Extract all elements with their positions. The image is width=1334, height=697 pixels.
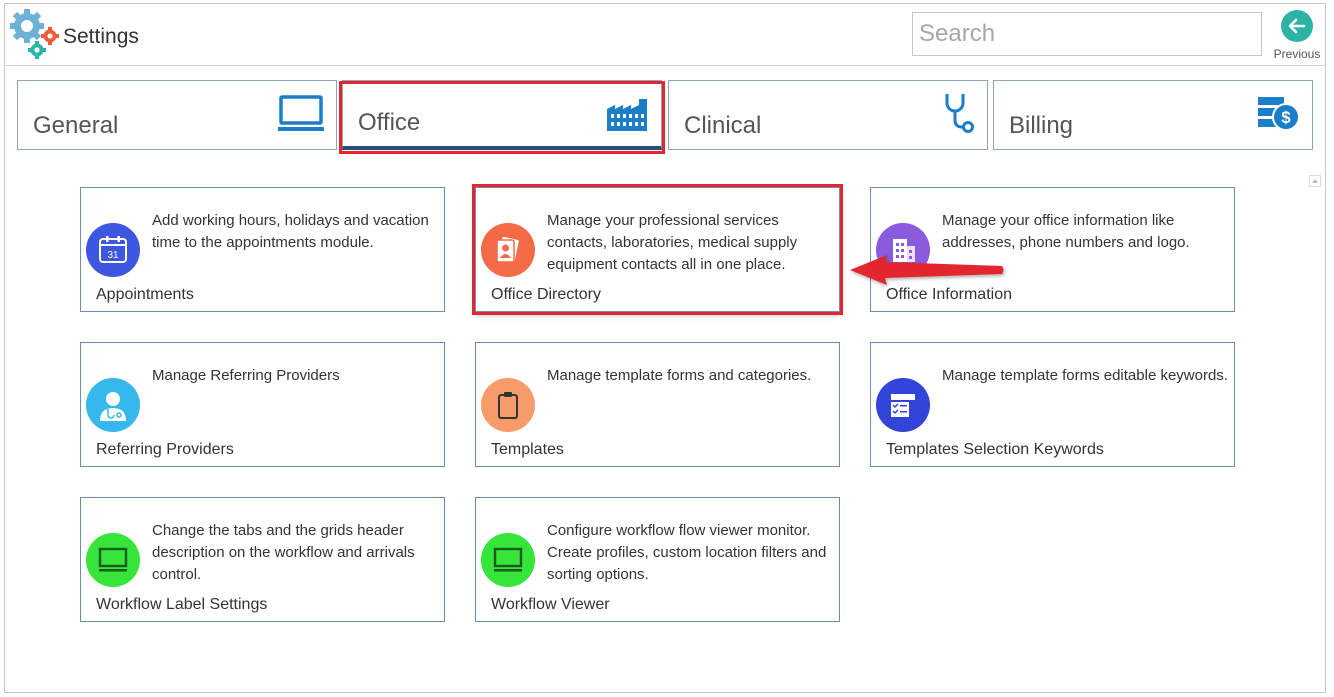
tab-label: Office — [358, 109, 421, 136]
tab-billing[interactable]: Billing $ — [993, 80, 1313, 150]
card-description: Manage Referring Providers — [152, 367, 340, 384]
billing-icon: $ — [1258, 97, 1300, 131]
card-title: Referring Providers — [96, 441, 234, 458]
contact-book-icon — [481, 223, 535, 277]
vertical-scrollbar[interactable] — [1308, 172, 1322, 688]
card-title: Office Directory — [491, 286, 601, 303]
card-office-information[interactable]: Manage your office information like addr… — [870, 187, 1235, 312]
page-title: Settings — [63, 25, 139, 48]
card-office-directory[interactable]: Manage your professional services contac… — [475, 187, 840, 312]
tab-label: General — [33, 112, 119, 139]
stethoscope-icon — [945, 94, 974, 133]
card-templates-selection-keywords[interactable]: Manage template forms editable keywords.… — [870, 342, 1235, 467]
monitor-icon — [481, 533, 535, 587]
card-templates[interactable]: Manage template forms and categories. Te… — [475, 342, 840, 467]
office-building-icon — [876, 223, 930, 277]
form-checklist-icon — [876, 378, 930, 432]
card-workflow-label-settings[interactable]: Change the tabs and the grids header des… — [80, 497, 445, 622]
card-description: Configure workflow flow viewer monitor. … — [547, 522, 827, 583]
card-title: Templates Selection Keywords — [886, 441, 1104, 458]
doctor-icon — [86, 378, 140, 432]
card-title: Workflow Viewer — [491, 596, 610, 613]
gears-icon — [10, 9, 59, 59]
card-title: Appointments — [96, 286, 194, 303]
card-title: Office Information — [886, 286, 1012, 303]
tab-general[interactable]: General — [17, 80, 337, 150]
monitor-icon — [86, 533, 140, 587]
tab-clinical[interactable]: Clinical — [668, 80, 988, 150]
factory-icon — [607, 99, 647, 131]
search-input[interactable] — [912, 12, 1262, 56]
previous-button[interactable]: Previous — [1271, 8, 1323, 64]
svg-text:31: 31 — [107, 250, 119, 261]
card-description: Manage template forms and categories. — [547, 367, 812, 384]
card-title: Workflow Label Settings — [96, 596, 268, 613]
monitor-icon — [278, 95, 324, 131]
card-appointments[interactable]: 31 Add working hours, holidays and vacat… — [80, 187, 445, 312]
arrow-left-icon — [1281, 10, 1313, 42]
settings-window: Settings Previous General Office Clinica… — [4, 3, 1326, 693]
calendar-icon: 31 — [86, 223, 140, 277]
clipboard-icon — [481, 378, 535, 432]
tab-label: Clinical — [684, 112, 762, 139]
tab-office[interactable]: Office — [342, 80, 662, 150]
header: Settings Previous — [5, 4, 1325, 66]
card-description: Manage template forms editable keywords. — [942, 367, 1228, 384]
scroll-up-button[interactable] — [1309, 175, 1321, 187]
card-title: Templates — [491, 441, 564, 458]
card-description: Add working hours, holidays and vacation… — [152, 212, 429, 251]
card-description: Change the tabs and the grids header des… — [152, 522, 415, 583]
previous-label: Previous — [1273, 47, 1321, 61]
card-referring-providers[interactable]: Manage Referring Providers Referring Pro… — [80, 342, 445, 467]
tab-label: Billing — [1009, 112, 1074, 139]
card-workflow-viewer[interactable]: Configure workflow flow viewer monitor. … — [475, 497, 840, 622]
svg-text:$: $ — [1281, 108, 1291, 127]
card-description: Manage your professional services contac… — [547, 212, 798, 273]
card-description: Manage your office information like addr… — [942, 212, 1190, 251]
